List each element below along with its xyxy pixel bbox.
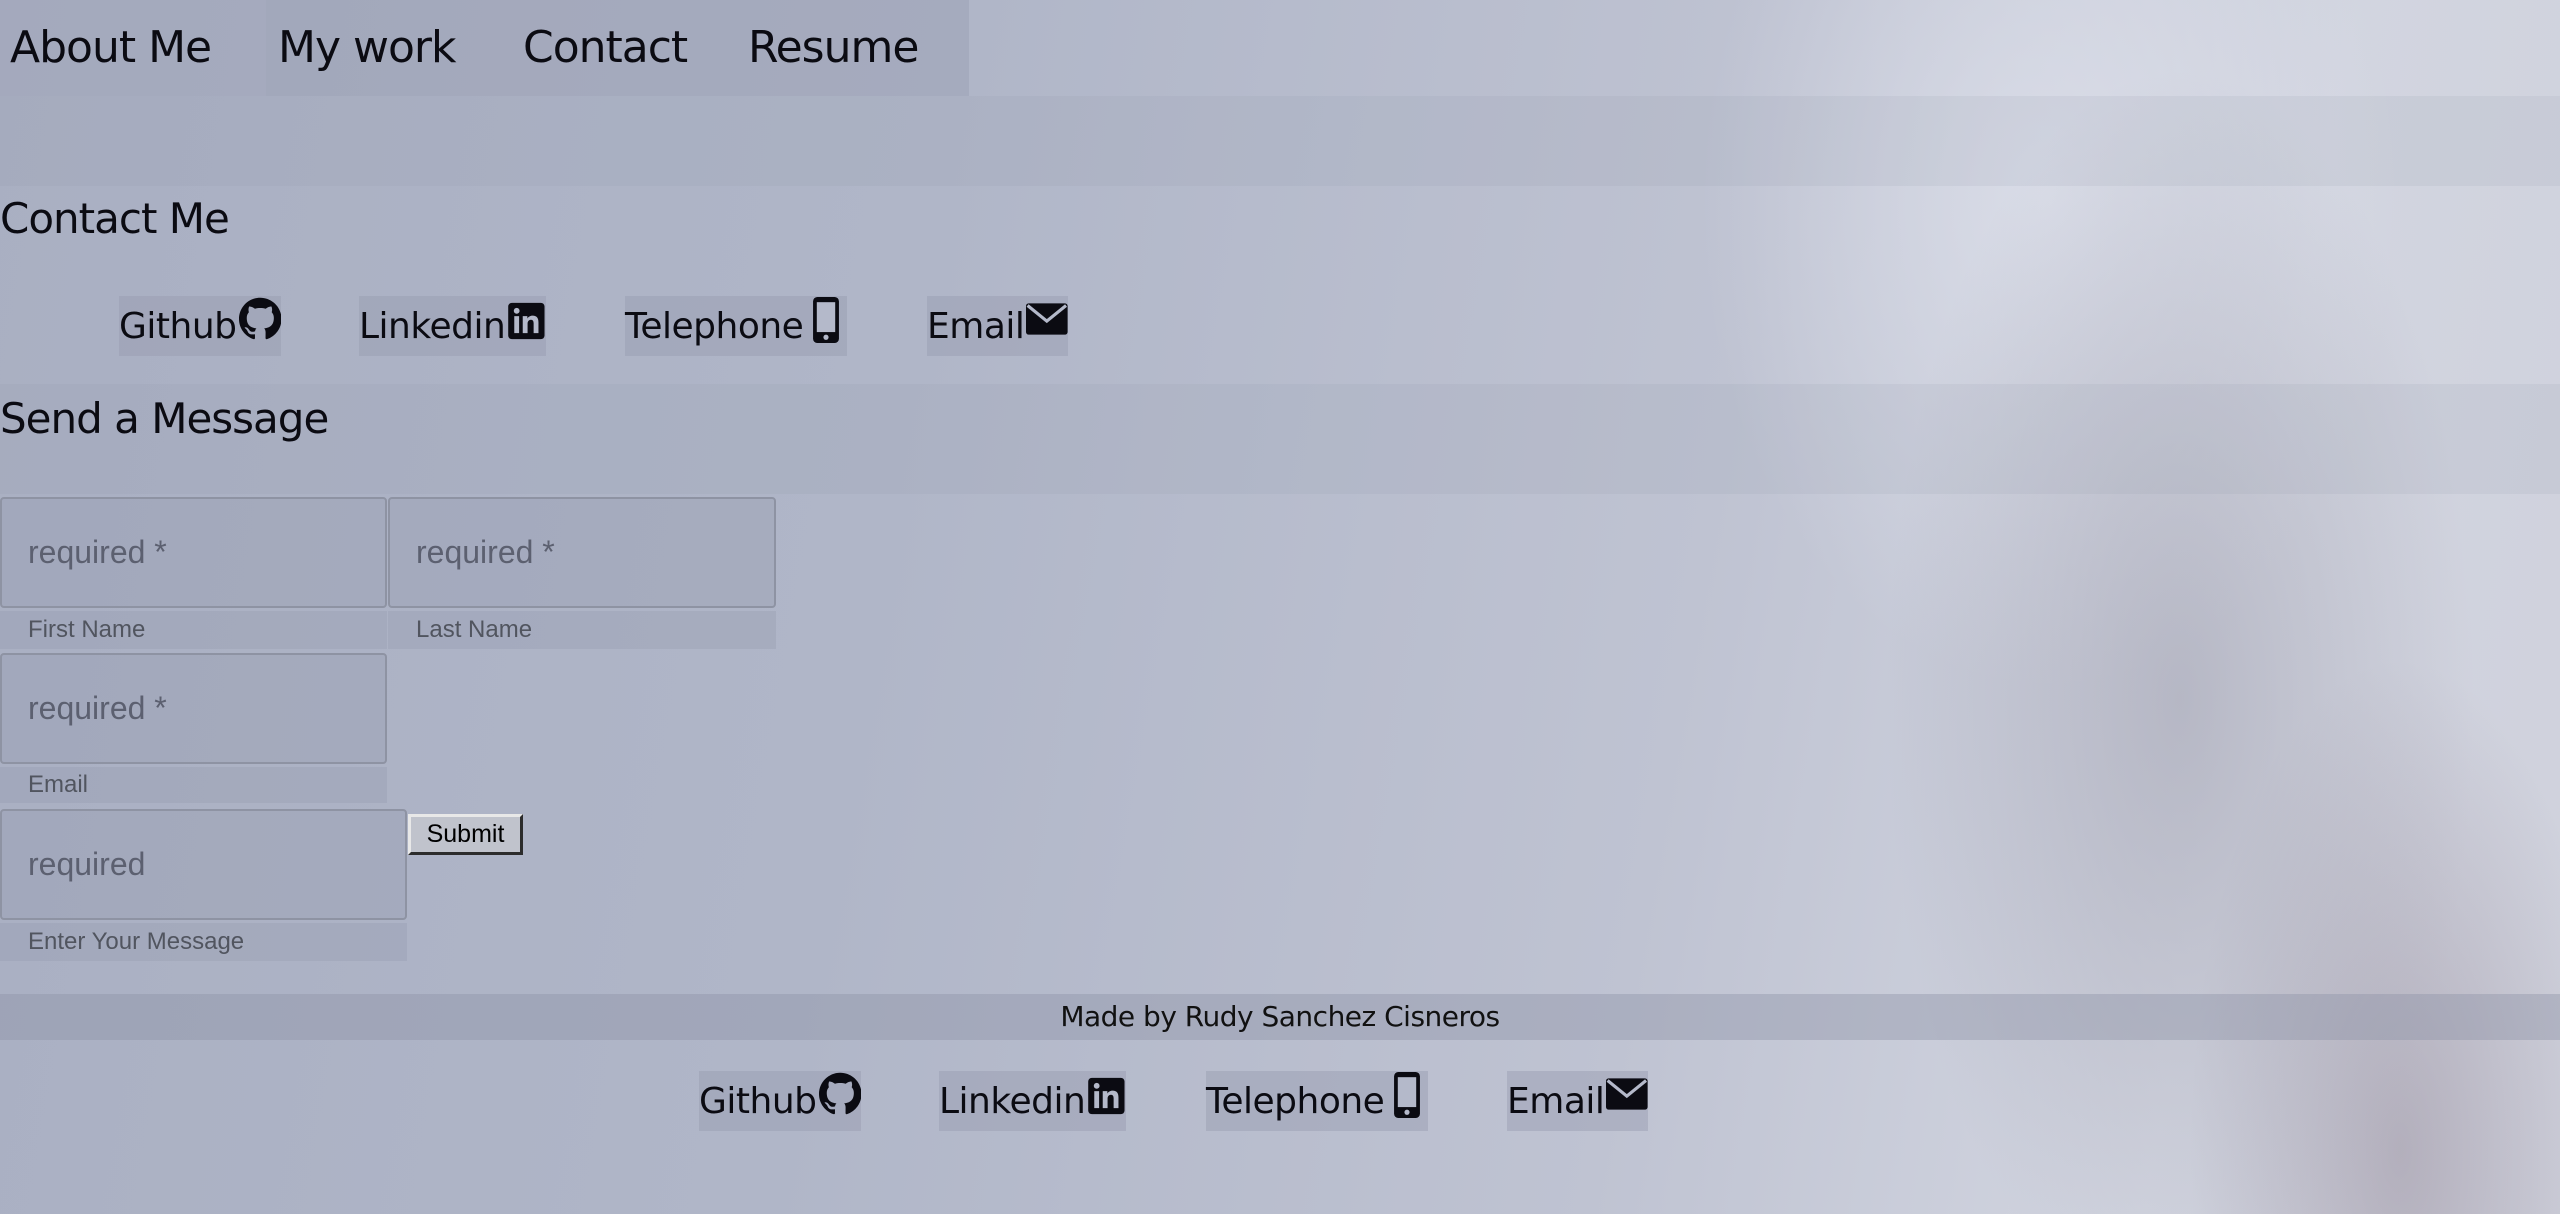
linkedin-icon	[1087, 1076, 1126, 1116]
email-field: required * Email	[0, 653, 387, 803]
footer-email-link[interactable]: Email	[1507, 1071, 1648, 1131]
telephone-label: Telephone	[625, 305, 804, 347]
last-name-field: required * Last Name	[388, 497, 776, 652]
nav-contact[interactable]: Contact	[511, 0, 736, 96]
footer-telephone-link[interactable]: Telephone	[1206, 1071, 1428, 1131]
github-label: Github	[699, 1080, 817, 1122]
envelope-icon	[1026, 302, 1068, 336]
contact-telephone-link[interactable]: Telephone	[625, 296, 847, 356]
first-name-label: First Name	[0, 611, 387, 649]
submit-button[interactable]: Submit	[408, 814, 523, 855]
message-label: Enter Your Message	[0, 923, 407, 961]
email-input[interactable]: required *	[0, 653, 387, 764]
top-nav: About Me My work Contact Resume	[0, 0, 969, 96]
last-name-input[interactable]: required *	[388, 497, 776, 608]
email-label: Email	[1507, 1080, 1605, 1122]
nav-about-me[interactable]: About Me	[0, 0, 266, 96]
contact-github-link[interactable]: Github	[119, 296, 281, 356]
last-name-label: Last Name	[388, 611, 776, 649]
email-label: Email	[927, 305, 1025, 347]
email-field-label: Email	[0, 767, 387, 803]
first-name-input[interactable]: required *	[0, 497, 387, 608]
background-band	[0, 384, 2560, 494]
nav-my-work[interactable]: My work	[266, 0, 511, 96]
contact-linkedin-link[interactable]: Linkedin	[359, 296, 546, 356]
github-icon	[818, 1070, 861, 1118]
nav-resume[interactable]: Resume	[736, 0, 969, 96]
message-textarea[interactable]: required	[0, 809, 407, 920]
linkedin-icon	[507, 301, 546, 341]
github-icon	[238, 295, 281, 343]
first-name-field: required * First Name	[0, 497, 387, 652]
linkedin-label: Linkedin	[939, 1080, 1086, 1122]
github-label: Github	[119, 305, 237, 347]
phone-icon	[811, 297, 841, 343]
footer-github-link[interactable]: Github	[699, 1071, 861, 1131]
phone-icon	[1392, 1072, 1422, 1118]
background-band	[0, 96, 2560, 186]
envelope-icon	[1606, 1077, 1648, 1111]
footer-credit: Made by Rudy Sanchez Cisneros	[0, 994, 2560, 1040]
contact-heading: Contact Me	[0, 194, 230, 243]
footer-linkedin-link[interactable]: Linkedin	[939, 1071, 1126, 1131]
telephone-label: Telephone	[1206, 1080, 1385, 1122]
contact-email-link[interactable]: Email	[927, 296, 1068, 356]
linkedin-label: Linkedin	[359, 305, 506, 347]
message-field: required Enter Your Message	[0, 809, 407, 964]
message-heading: Send a Message	[0, 394, 329, 443]
